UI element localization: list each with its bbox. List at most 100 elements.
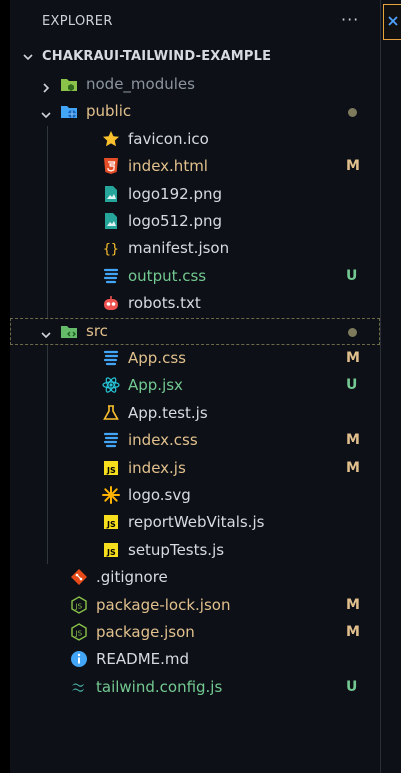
image-icon <box>102 185 120 203</box>
folder-row-src[interactable]: src <box>10 318 380 345</box>
svg-text:JS: JS <box>75 630 83 638</box>
file-row-app-css[interactable]: App.css M <box>10 345 380 372</box>
css3-icon <box>102 431 120 449</box>
tree-item-label: tailwind.config.js <box>96 678 223 696</box>
editor-edge <box>381 0 401 773</box>
more-actions-icon[interactable]: ··· <box>341 10 359 29</box>
js-icon: JS <box>102 513 120 531</box>
tailwind-icon <box>70 678 88 696</box>
git-status-badge: U <box>346 377 358 393</box>
git-status-badge: M <box>346 432 360 448</box>
project-name: CHAKRAUI-TAILWIND-EXAMPLE <box>42 49 272 64</box>
folder-row-node-modules[interactable]: node_modules <box>10 71 380 98</box>
changes-dot-indicator <box>348 108 357 117</box>
chevron-down-icon[interactable] <box>40 326 52 345</box>
tree-item-label: node_modules <box>86 75 195 93</box>
folder-row-public[interactable]: public <box>10 98 380 125</box>
tree-item-label: App.test.js <box>128 404 208 422</box>
git-status-badge: U <box>346 679 358 695</box>
file-row-logo512-png[interactable]: logo512.png <box>10 208 380 235</box>
tree-item-label: reportWebVitals.js <box>128 513 265 531</box>
chevron-down-icon[interactable] <box>40 106 52 125</box>
git-status-badge: U <box>346 268 358 284</box>
robot-icon <box>102 294 120 312</box>
nodejs-icon: JS <box>70 596 88 614</box>
git-icon <box>70 568 88 586</box>
file-row-tailwind-config-js[interactable]: tailwind.config.js U <box>10 674 380 701</box>
svg-asterisk-icon <box>102 486 120 504</box>
svg-text:JS: JS <box>106 548 116 557</box>
image-icon <box>102 212 120 230</box>
file-row-output-css[interactable]: output.css U <box>10 263 380 290</box>
indent-guide <box>47 345 48 564</box>
nodejs-icon: JS <box>70 623 88 641</box>
tree-item-label: .gitignore <box>96 568 168 586</box>
css3-icon <box>102 267 120 285</box>
project-section-header[interactable]: CHAKRAUI-TAILWIND-EXAMPLE <box>10 44 380 70</box>
svg-text:JS: JS <box>106 520 116 529</box>
file-row-index-js[interactable]: JS index.js M <box>10 455 380 482</box>
file-row-manifest-json[interactable]: {} manifest.json <box>10 235 380 262</box>
node-folder-icon <box>60 75 78 93</box>
html5-icon <box>102 157 120 175</box>
tree-item-label: index.html <box>128 157 208 175</box>
svg-text:JS: JS <box>75 603 83 611</box>
editor-tab-edge[interactable] <box>383 4 401 40</box>
tree-item-label: manifest.json <box>128 239 230 257</box>
git-status-badge: M <box>346 350 360 366</box>
git-status-badge: M <box>346 624 360 640</box>
tree-item-label: setupTests.js <box>128 541 225 559</box>
tree-item-label: robots.txt <box>128 294 201 312</box>
file-row-app-test-js[interactable]: App.test.js <box>10 400 380 427</box>
file-row-gitignore[interactable]: .gitignore <box>10 564 380 591</box>
file-row-package-lock-json[interactable]: JS package-lock.json M <box>10 592 380 619</box>
explorer-header: EXPLORER ··· <box>10 0 380 42</box>
chevron-down-icon <box>23 54 33 61</box>
svg-text:JS: JS <box>106 466 116 475</box>
tree-item-label: output.css <box>128 267 207 285</box>
tree-item-label: README.md <box>96 650 190 668</box>
close-icon[interactable] <box>387 15 399 27</box>
info-icon <box>70 650 88 668</box>
tree-item-label: logo.svg <box>128 486 191 504</box>
tree-item-label: logo512.png <box>128 212 222 230</box>
js-icon: JS <box>102 459 120 477</box>
chevron-right-icon[interactable] <box>40 79 52 98</box>
file-row-logo-svg[interactable]: logo.svg <box>10 482 380 509</box>
file-row-setuptests-js[interactable]: JS setupTests.js <box>10 537 380 564</box>
js-icon: JS <box>102 541 120 559</box>
json-braces-icon: {} <box>102 239 120 257</box>
changes-dot-indicator <box>348 328 357 337</box>
test-flask-icon <box>102 404 120 422</box>
file-row-logo192-png[interactable]: logo192.png <box>10 181 380 208</box>
tree-item-label: index.js <box>128 459 186 477</box>
file-row-reportwebvitals-js[interactable]: JS reportWebVitals.js <box>10 509 380 536</box>
explorer-panel: EXPLORER ··· CHAKRAUI-TAILWIND-EXAMPLE n… <box>10 0 381 773</box>
file-row-package-json[interactable]: JS package.json M <box>10 619 380 646</box>
public-folder-icon <box>60 102 78 120</box>
react-icon <box>102 376 120 394</box>
git-status-badge: M <box>346 158 360 174</box>
left-gutter <box>0 0 10 773</box>
file-row-app-jsx[interactable]: App.jsx U <box>10 372 380 399</box>
star-icon <box>102 130 120 148</box>
tree-item-label: index.css <box>128 431 198 449</box>
explorer-title: EXPLORER <box>42 14 113 29</box>
git-status-badge: M <box>346 460 360 476</box>
tree-item-label: src <box>86 322 108 340</box>
tree-item-label: App.css <box>128 349 186 367</box>
indent-guide <box>47 126 48 318</box>
file-row-index-css[interactable]: index.css M <box>10 427 380 454</box>
git-status-badge: M <box>346 597 360 613</box>
tree-item-label: public <box>86 102 132 120</box>
src-folder-icon <box>60 322 78 340</box>
file-row-favicon-ico[interactable]: favicon.ico <box>10 126 380 153</box>
file-row-index-html[interactable]: index.html M <box>10 153 380 180</box>
svg-text:{}: {} <box>103 242 119 257</box>
tree-item-label: package-lock.json <box>96 596 231 614</box>
file-row-robots-txt[interactable]: robots.txt <box>10 290 380 317</box>
tree-item-label: logo192.png <box>128 185 222 203</box>
tree-item-label: favicon.ico <box>128 130 209 148</box>
css3-icon <box>102 349 120 367</box>
file-row-readme-md[interactable]: README.md <box>10 646 380 673</box>
